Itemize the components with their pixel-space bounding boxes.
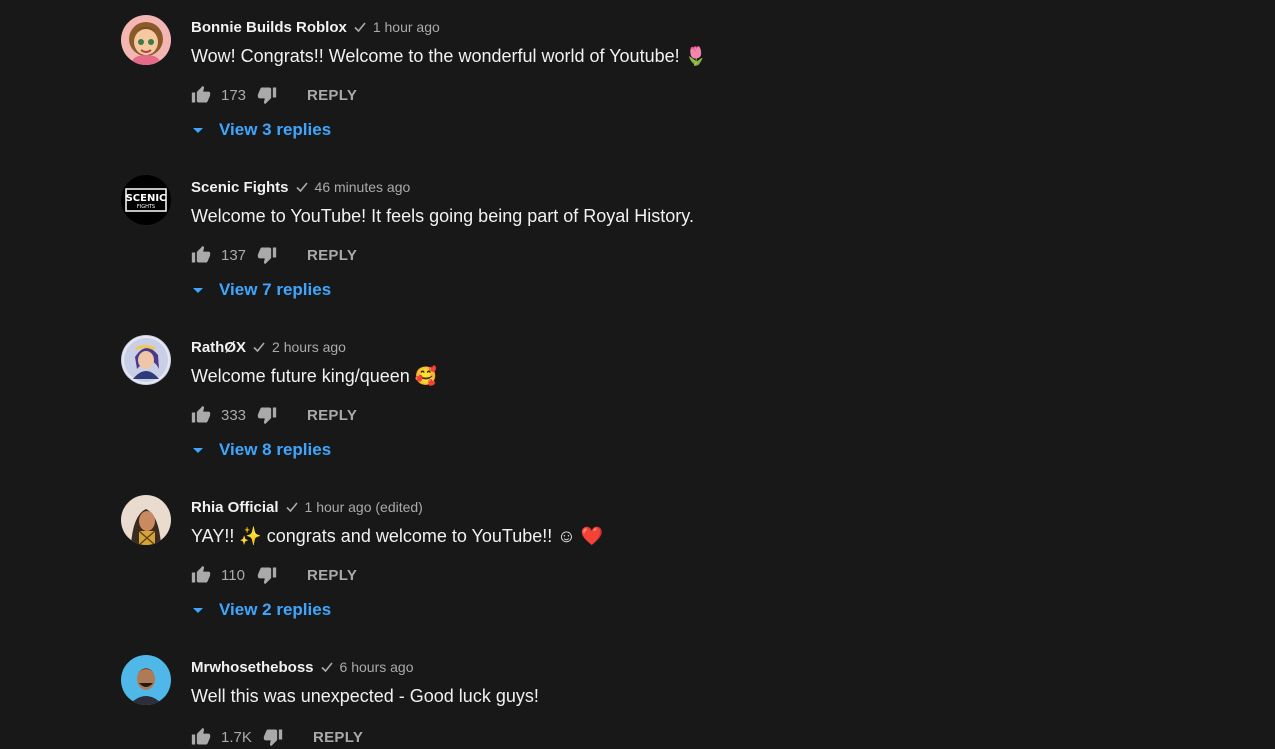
comment-text: YAY!! ✨ congrats and welcome to YouTube!…: [191, 526, 604, 546]
comment-text: Welcome future king/queen 🥰: [191, 366, 438, 386]
comment: Bonnie Builds Roblox 1 hour ago Wow! Con…: [121, 15, 1221, 165]
view-replies-button[interactable]: View 3 replies: [191, 118, 331, 142]
comment-author[interactable]: Bonnie Builds Roblox: [191, 19, 347, 36]
verified-check-icon: [353, 20, 367, 34]
caret-down-icon: [191, 445, 205, 455]
comment-timestamp[interactable]: 2 hours ago: [272, 339, 346, 355]
avatar-mrwhosetheboss[interactable]: [121, 655, 171, 705]
comment-author[interactable]: Rhia Official: [191, 499, 279, 516]
avatar-bonnie[interactable]: [121, 15, 171, 65]
like-count: 137: [221, 246, 247, 264]
thumbs-up-icon[interactable]: [191, 245, 211, 265]
avatar-logo-text: SCENIC: [126, 193, 167, 204]
comment: Rhia Official 1 hour ago (edited) YAY!! …: [121, 495, 1221, 645]
thumbs-up-icon[interactable]: [191, 85, 211, 105]
comment-author[interactable]: Mrwhosetheboss: [191, 659, 314, 676]
reply-button[interactable]: REPLY: [313, 729, 363, 746]
thumbs-down-icon[interactable]: [257, 85, 277, 105]
view-replies-button[interactable]: View 7 replies: [191, 278, 331, 302]
comment-author[interactable]: Scenic Fights: [191, 179, 289, 196]
reply-button[interactable]: REPLY: [307, 407, 357, 424]
view-replies-label: View 8 replies: [219, 440, 332, 459]
reply-button[interactable]: REPLY: [307, 87, 357, 104]
comment: RathØX 2 hours ago Welcome future king/q…: [121, 335, 1221, 485]
like-count: 110: [221, 566, 245, 584]
comment-timestamp[interactable]: 46 minutes ago: [315, 179, 411, 195]
reply-button[interactable]: REPLY: [307, 567, 357, 584]
comment-text: Welcome to YouTube! It feels going being…: [191, 206, 694, 226]
comment-timestamp[interactable]: 1 hour ago (edited): [305, 499, 423, 515]
comment-timestamp[interactable]: 6 hours ago: [340, 659, 414, 675]
view-replies-button[interactable]: View 8 replies: [191, 438, 331, 462]
view-replies-label: View 3 replies: [219, 120, 332, 139]
view-replies-label: View 2 replies: [219, 600, 332, 619]
comment: SCENIC FIGHTS Scenic Fights 46 minutes a…: [121, 175, 1221, 325]
avatar-rhia[interactable]: [121, 495, 171, 545]
view-replies-button[interactable]: View 2 replies: [191, 598, 331, 622]
caret-down-icon: [191, 285, 205, 295]
comment-timestamp[interactable]: 1 hour ago: [373, 19, 440, 35]
view-replies-label: View 7 replies: [219, 280, 332, 299]
verified-check-icon: [285, 500, 299, 514]
avatar-rathox[interactable]: [121, 335, 171, 385]
like-count: 173: [221, 86, 247, 104]
thumbs-up-icon[interactable]: [191, 405, 211, 425]
thumbs-up-icon[interactable]: [191, 565, 211, 585]
caret-down-icon: [191, 125, 205, 135]
like-count: 333: [221, 406, 247, 424]
like-count: 1.7K: [221, 728, 252, 746]
thumbs-down-icon[interactable]: [257, 405, 277, 425]
avatar-scenic-fights[interactable]: SCENIC FIGHTS: [121, 175, 171, 225]
caret-down-icon: [191, 605, 205, 615]
thumbs-down-icon[interactable]: [257, 565, 277, 585]
comment-text: Wow! Congrats!! Welcome to the wonderful…: [191, 46, 708, 66]
thumbs-down-icon[interactable]: [257, 245, 277, 265]
thumbs-down-icon[interactable]: [263, 727, 283, 747]
avatar-logo-subtext: FIGHTS: [137, 204, 155, 210]
reply-button[interactable]: REPLY: [307, 247, 357, 264]
verified-check-icon: [252, 340, 266, 354]
verified-check-icon: [320, 660, 334, 674]
comment-author[interactable]: RathØX: [191, 339, 246, 356]
verified-check-icon: [295, 180, 309, 194]
comment: Mrwhosetheboss 6 hours ago Well this was…: [121, 655, 1221, 747]
comment-text: Well this was unexpected - Good luck guy…: [191, 686, 539, 706]
thumbs-up-icon[interactable]: [191, 727, 211, 747]
